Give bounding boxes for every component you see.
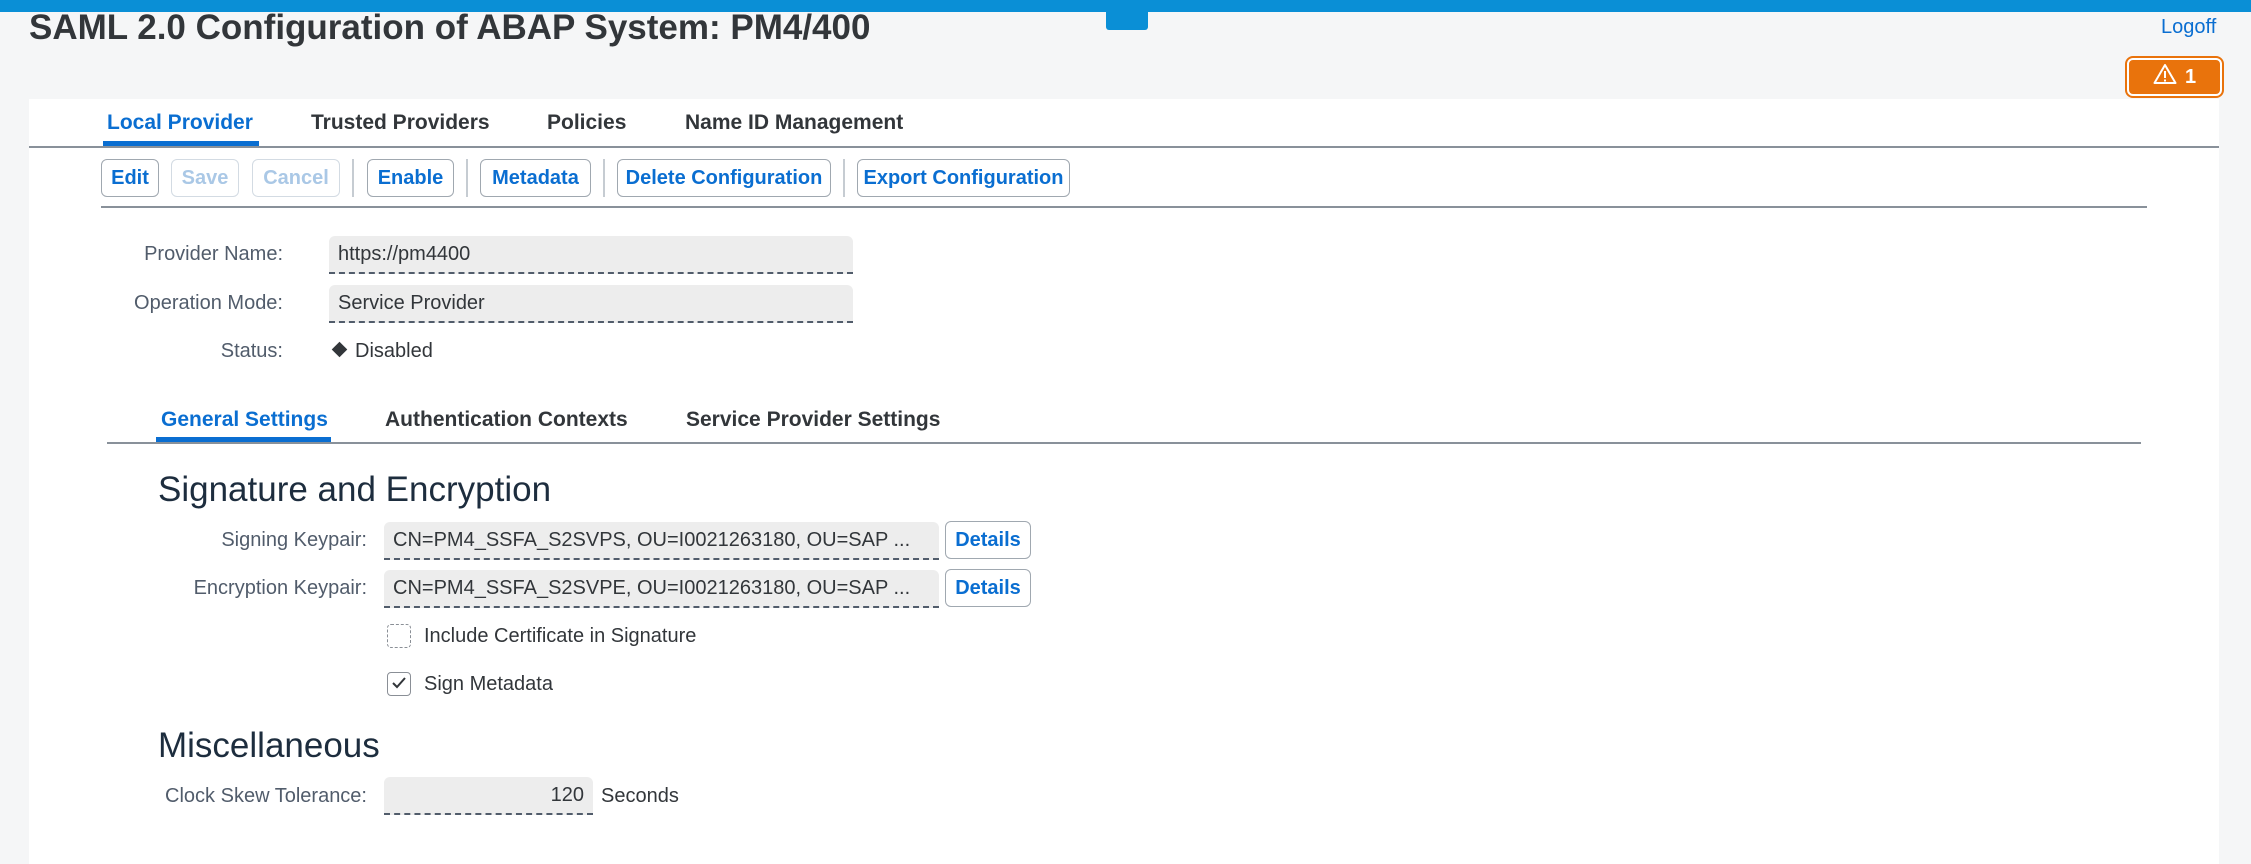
encryption-details-button[interactable]: Details <box>945 569 1031 607</box>
tab-trusted-providers[interactable]: Trusted Providers <box>311 111 490 135</box>
status-value: Disabled <box>355 340 433 362</box>
sub-tabs-divider <box>107 442 2141 444</box>
signing-keypair-field[interactable]: CN=PM4_SSFA_S2SVPS, OU=I0021263180, OU=S… <box>384 522 939 560</box>
signing-details-button[interactable]: Details <box>945 521 1031 559</box>
delete-configuration-button[interactable]: Delete Configuration <box>617 159 831 197</box>
encryption-keypair-field[interactable]: CN=PM4_SSFA_S2SVPE, OU=I0021263180, OU=S… <box>384 570 939 608</box>
page-title: SAML 2.0 Configuration of ABAP System: P… <box>29 8 871 47</box>
include-certificate-label: Include Certificate in Signature <box>424 625 697 647</box>
tab-general-settings[interactable]: General Settings <box>161 408 328 432</box>
metadata-button[interactable]: Metadata <box>480 159 591 197</box>
clock-skew-unit: Seconds <box>601 785 679 807</box>
provider-name-label: Provider Name: <box>144 243 283 265</box>
tab-policies[interactable]: Policies <box>547 111 626 135</box>
include-certificate-checkbox[interactable] <box>387 624 411 648</box>
export-configuration-button[interactable]: Export Configuration <box>857 159 1070 197</box>
sign-metadata-checkbox[interactable] <box>387 672 411 696</box>
signature-section-title: Signature and Encryption <box>158 470 552 509</box>
operation-mode-label: Operation Mode: <box>134 292 283 314</box>
provider-name-field[interactable]: https://pm4400 <box>329 236 853 274</box>
toolbar-separator <box>603 159 605 197</box>
save-button[interactable]: Save <box>171 159 239 197</box>
logoff-link[interactable]: Logoff <box>2161 16 2216 39</box>
miscellaneous-section-title: Miscellaneous <box>158 726 380 765</box>
shell-collapse-handle[interactable] <box>1106 12 1148 30</box>
tab-name-id-management[interactable]: Name ID Management <box>685 111 903 135</box>
toolbar-separator <box>843 159 845 197</box>
status-label: Status: <box>220 340 283 362</box>
clock-skew-label: Clock Skew Tolerance: <box>165 785 367 807</box>
warning-icon <box>2153 63 2177 91</box>
tab-service-provider-settings[interactable]: Service Provider Settings <box>686 408 940 432</box>
edit-button[interactable]: Edit <box>101 159 159 197</box>
enable-button[interactable]: Enable <box>367 159 454 197</box>
sign-metadata-label: Sign Metadata <box>424 673 553 695</box>
signing-keypair-label: Signing Keypair: <box>221 529 367 551</box>
clock-skew-input[interactable]: 120 <box>384 777 593 815</box>
cancel-button[interactable]: Cancel <box>252 159 340 197</box>
tab-authentication-contexts[interactable]: Authentication Contexts <box>385 408 628 432</box>
toolbar-separator <box>466 159 468 197</box>
tab-local-provider[interactable]: Local Provider <box>107 111 253 135</box>
encryption-keypair-label: Encryption Keypair: <box>193 577 367 599</box>
warning-count: 1 <box>2184 65 2197 88</box>
toolbar-divider <box>101 206 2147 208</box>
toolbar-separator <box>352 159 354 197</box>
checkmark-icon <box>391 674 407 695</box>
main-tabs-divider <box>29 146 2219 148</box>
operation-mode-field[interactable]: Service Provider <box>329 285 853 323</box>
warning-messages-button[interactable]: 1 <box>2127 58 2222 96</box>
